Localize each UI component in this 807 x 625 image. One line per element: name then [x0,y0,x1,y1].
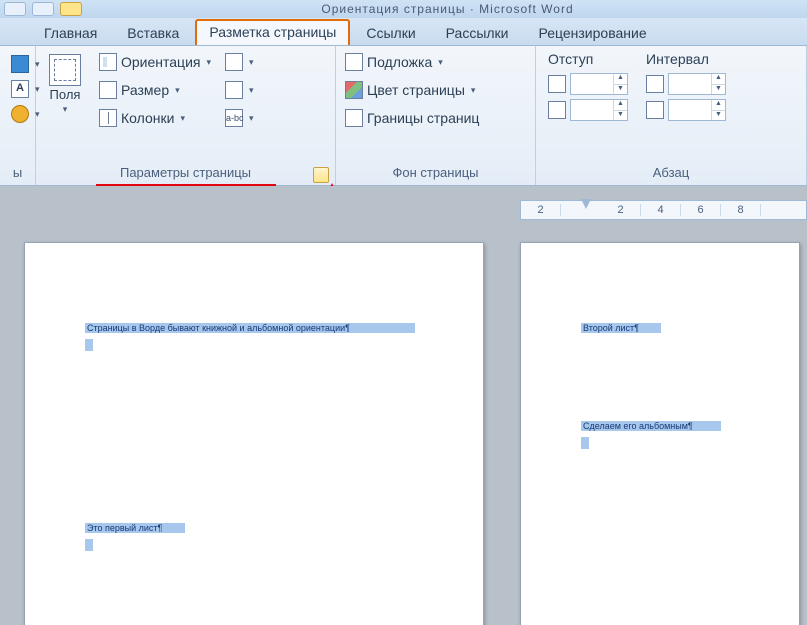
spin-down-icon[interactable]: ▼ [613,85,627,95]
chevron-down-icon: ▾ [249,113,254,124]
line-numbers-button[interactable]: ▾ [220,77,259,103]
columns-button[interactable]: Колонки ▾ [94,105,216,131]
orientation-button[interactable]: Ориентация ▾ [94,49,216,75]
title-bar: Ориентация страницы · Microsoft Word [0,0,807,18]
effects-icon [11,105,29,123]
indent-label: Отступ [548,51,628,67]
page-color-button[interactable]: Цвет страницы ▾ [340,77,484,103]
indent-left-input[interactable]: ▲▼ [570,73,628,95]
text-run[interactable]: Второй лист¶ [581,323,661,333]
shape-icon [11,55,29,73]
spacing-label: Интервал [646,51,726,67]
paragraph-mark [85,339,93,351]
chevron-down-icon: ▾ [63,104,68,115]
watermark-icon [345,53,363,71]
spin-down-icon[interactable]: ▼ [711,85,725,95]
page-setup-group-label: Параметры страницы [40,165,331,185]
watermark-button[interactable]: Подложка ▾ [340,49,484,75]
paragraph-mark [581,437,589,449]
text-run[interactable]: Это первый лист¶ [85,523,185,533]
tab-insert[interactable]: Вставка [113,20,193,45]
chevron-down-icon: ▾ [249,85,254,96]
document-area[interactable]: 2 2 4 6 8 Страницы в Ворде бывают книжно… [0,186,807,625]
chevron-down-icon: ▾ [249,57,254,68]
hyphenation-icon: a-bc [225,109,243,127]
spin-up-icon[interactable]: ▲ [711,74,725,85]
spin-down-icon[interactable]: ▼ [613,111,627,121]
hyphenation-button[interactable]: a-bc ▾ [220,105,259,131]
chevron-down-icon: ▾ [175,85,180,96]
chevron-down-icon: ▾ [438,57,443,68]
qat-save-icon[interactable] [4,2,26,16]
spacing-after-icon [646,101,664,119]
line-numbers-icon [225,81,243,99]
page-1[interactable]: Страницы в Ворде бывают книжной и альбом… [24,242,484,625]
font-a-icon: А [11,80,29,98]
size-button[interactable]: Размер ▾ [94,77,216,103]
window-title: Ориентация страницы · Microsoft Word [88,2,807,16]
columns-icon [99,109,117,127]
orientation-icon [99,53,117,71]
ribbon: ▾ А ▾ ▾ ы Поля ▾ Ориентация ▾ [0,46,807,186]
ribbon-tabs: Главная Вставка Разметка страницы Ссылки… [0,18,807,46]
tab-home[interactable]: Главная [30,20,111,45]
chevron-down-icon: ▾ [471,85,476,96]
page-color-icon [345,81,363,99]
chevron-down-icon: ▾ [206,57,211,68]
text-run[interactable]: Сделаем его альбомным¶ [581,421,721,431]
paragraph-group-label: Абзац [540,165,802,185]
indent-right-icon [548,101,566,119]
qat-undo-icon[interactable] [32,2,54,16]
margins-icon [49,54,81,86]
spin-up-icon[interactable]: ▲ [613,74,627,85]
ruler-indent-marker[interactable] [581,199,591,209]
page-setup-launcher[interactable] [313,167,329,183]
page-background-group-label: Фон страницы [340,165,531,185]
page-2[interactable]: Второй лист¶ Сделаем его альбомным¶ [520,242,800,625]
indent-left-icon [548,75,566,93]
spacing-after-input[interactable]: ▲▼ [668,99,726,121]
themes-group-label: ы [4,165,31,185]
tab-page-layout[interactable]: Разметка страницы [195,19,350,45]
spin-up-icon[interactable]: ▲ [613,100,627,111]
size-icon [99,81,117,99]
spacing-before-icon [646,75,664,93]
text-run[interactable]: Страницы в Ворде бывают книжной и альбом… [85,323,415,333]
spacing-before-input[interactable]: ▲▼ [668,73,726,95]
horizontal-ruler[interactable]: 2 2 4 6 8 [520,200,807,220]
tab-review[interactable]: Рецензирование [525,20,661,45]
tab-references[interactable]: Ссылки [352,20,429,45]
spin-up-icon[interactable]: ▲ [711,100,725,111]
spin-down-icon[interactable]: ▼ [711,111,725,121]
page-borders-icon [345,109,363,127]
tab-mailings[interactable]: Рассылки [432,20,523,45]
breaks-icon [225,53,243,71]
indent-right-input[interactable]: ▲▼ [570,99,628,121]
paragraph-mark [85,539,93,551]
chevron-down-icon: ▾ [180,113,185,124]
qat-redo-icon[interactable] [60,2,82,16]
page-borders-button[interactable]: Границы страниц [340,105,484,131]
margins-button[interactable]: Поля ▾ [40,49,90,165]
breaks-button[interactable]: ▾ [220,49,259,75]
